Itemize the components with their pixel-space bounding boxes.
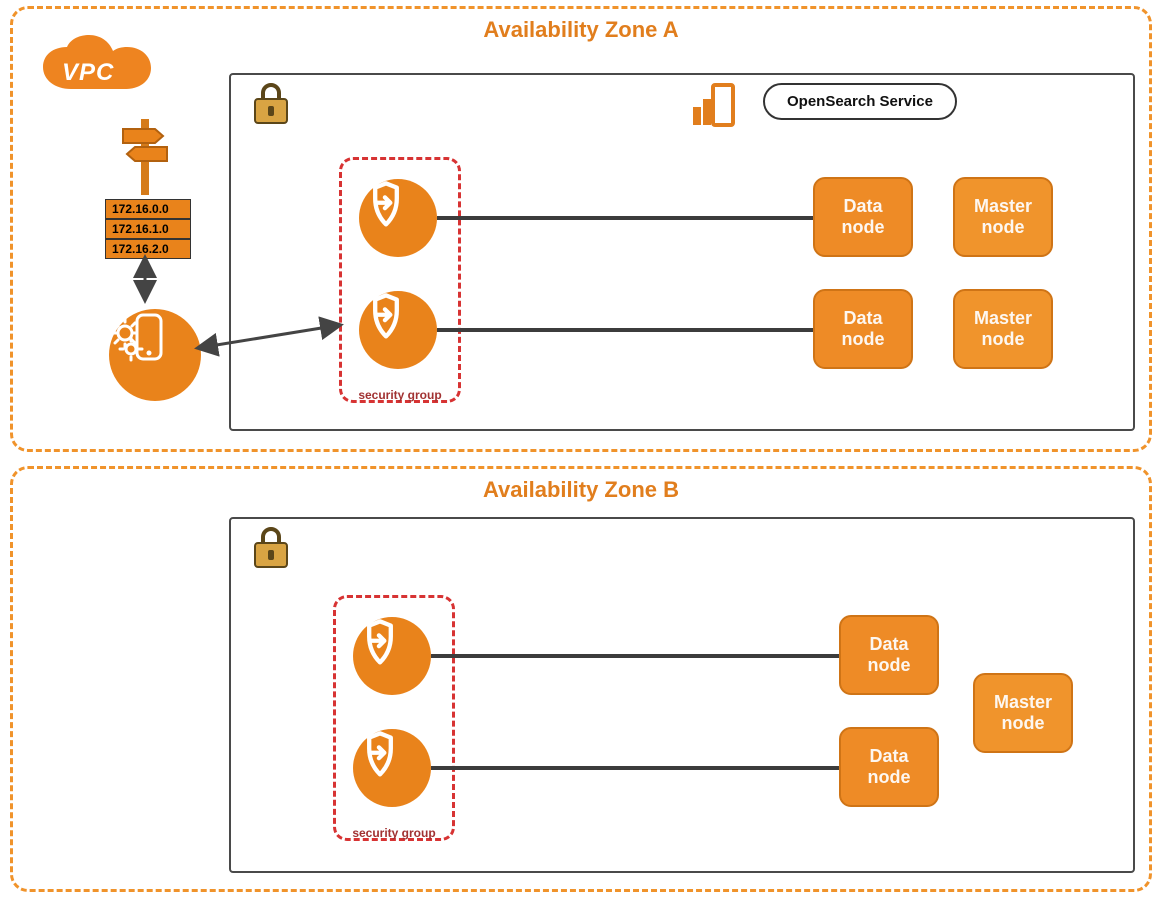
eni-icon [353,617,431,695]
connector-line [431,654,839,658]
availability-zone-b: Availability Zone B security group [10,466,1152,892]
security-group-label: security group [336,826,452,840]
lock-icon [251,525,291,569]
data-node: Data node [839,727,939,807]
master-node: Master node [973,673,1073,753]
zone-b-title: Availability Zone B [13,477,1149,503]
connector-line [431,766,839,770]
eni-icon [353,729,431,807]
data-node: Data node [839,615,939,695]
